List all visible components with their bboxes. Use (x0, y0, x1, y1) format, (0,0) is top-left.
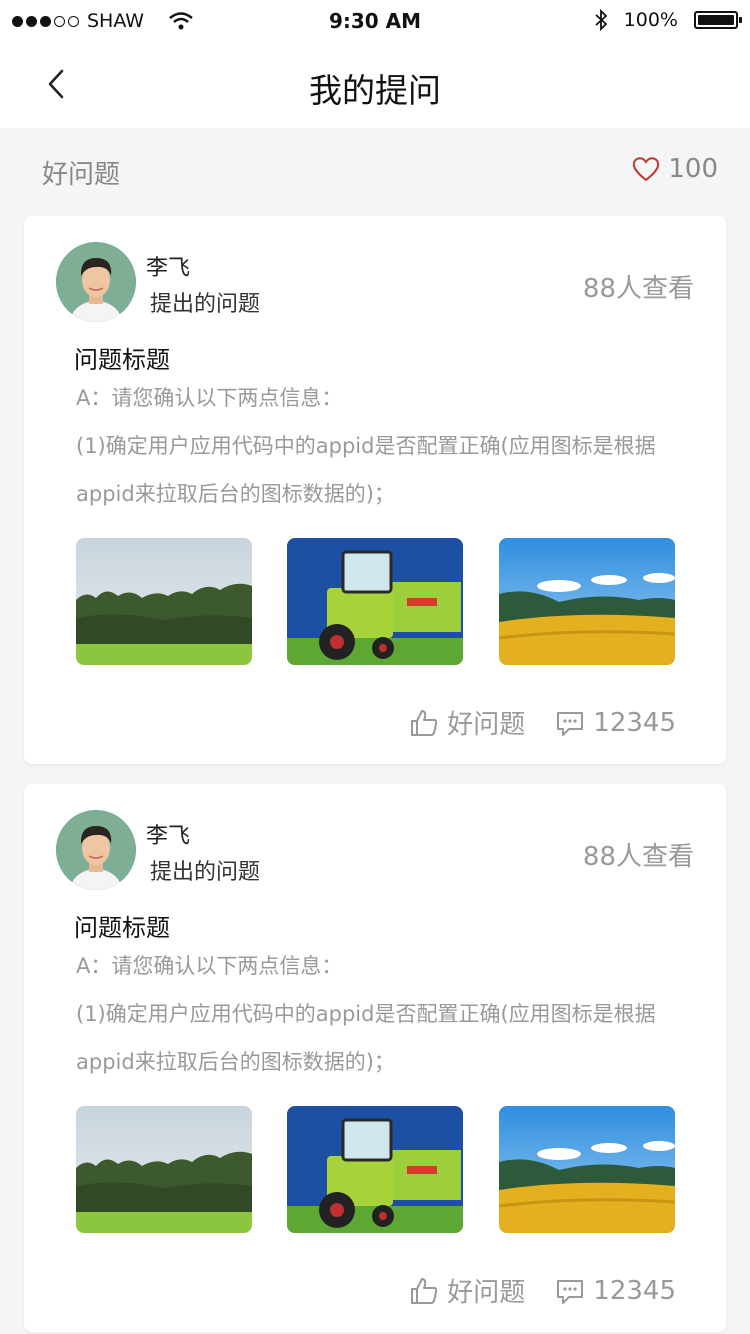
avatar[interactable] (56, 810, 136, 890)
thumbs-up-icon (411, 709, 438, 736)
like-summary[interactable]: 100 (632, 154, 718, 184)
author-name: 李飞 (146, 824, 191, 849)
author-subtitle: 提出的问题 (150, 292, 261, 317)
photo-forest-thumbnail[interactable] (76, 1106, 252, 1233)
avatar[interactable] (56, 242, 136, 322)
comment-count: 12345 (593, 1275, 676, 1306)
comment-button[interactable]: 12345 (555, 1276, 676, 1306)
answer-intro: A：请您确认以下两点信息： (76, 386, 343, 410)
question-title[interactable]: 问题标题 (74, 908, 170, 943)
answer-body: (1)确定用户应用代码中的appid是否配置正确(应用图标是根据appid来拉取… (76, 1002, 656, 1074)
view-count: 88人查看 (582, 842, 694, 872)
summary-label: 好问题 (42, 160, 121, 190)
card-actions: 好问题 12345 (409, 704, 676, 741)
question-card[interactable]: 李飞 提出的问题 88人查看 问题标题 A：请您确认以下两点信息： (1)确定用… (24, 784, 726, 1332)
photo-wheatfield-thumbnail[interactable] (499, 538, 675, 665)
battery-percent: 100% (623, 9, 678, 31)
like-count: 100 (668, 154, 718, 184)
photo-harvester-thumbnail[interactable] (287, 1106, 463, 1233)
page-title: 我的提问 (309, 71, 441, 110)
good-question-button[interactable]: 好问题 (409, 704, 525, 741)
answer-intro: A：请您确认以下两点信息： (76, 954, 343, 978)
question-title[interactable]: 问题标题 (74, 340, 170, 375)
good-question-button[interactable]: 好问题 (409, 1272, 525, 1309)
comment-count: 12345 (593, 707, 676, 738)
good-question-label: 好问题 (447, 710, 526, 740)
thumbs-up-icon (411, 1277, 438, 1304)
photo-wheatfield-thumbnail[interactable] (499, 1106, 675, 1233)
author-name: 李飞 (146, 256, 191, 281)
battery-icon (694, 11, 742, 29)
photo-forest-thumbnail[interactable] (76, 538, 252, 665)
question-card[interactable]: 李飞 提出的问题 88人查看 问题标题 A：请您确认以下两点信息： (1)确定用… (24, 216, 726, 764)
summary-row: 好问题 100 (0, 128, 750, 214)
card-actions: 好问题 12345 (409, 1272, 676, 1309)
comment-button[interactable]: 12345 (555, 708, 676, 738)
view-count: 88人查看 (582, 274, 694, 304)
comment-icon (557, 711, 584, 736)
status-bar: SHAW 9:30 AM 100% (0, 0, 750, 44)
nav-bar: 我的提问 (0, 44, 750, 128)
image-gallery (76, 1106, 676, 1233)
image-gallery (76, 538, 676, 665)
author-subtitle: 提出的问题 (150, 860, 261, 885)
comment-icon (557, 1279, 584, 1304)
bluetooth-icon (595, 9, 607, 31)
good-question-label: 好问题 (447, 1278, 526, 1308)
answer-body: (1)确定用户应用代码中的appid是否配置正确(应用图标是根据appid来拉取… (76, 434, 656, 506)
photo-harvester-thumbnail[interactable] (287, 538, 463, 665)
status-right: 100% (594, 9, 742, 31)
heart-icon (633, 157, 660, 182)
